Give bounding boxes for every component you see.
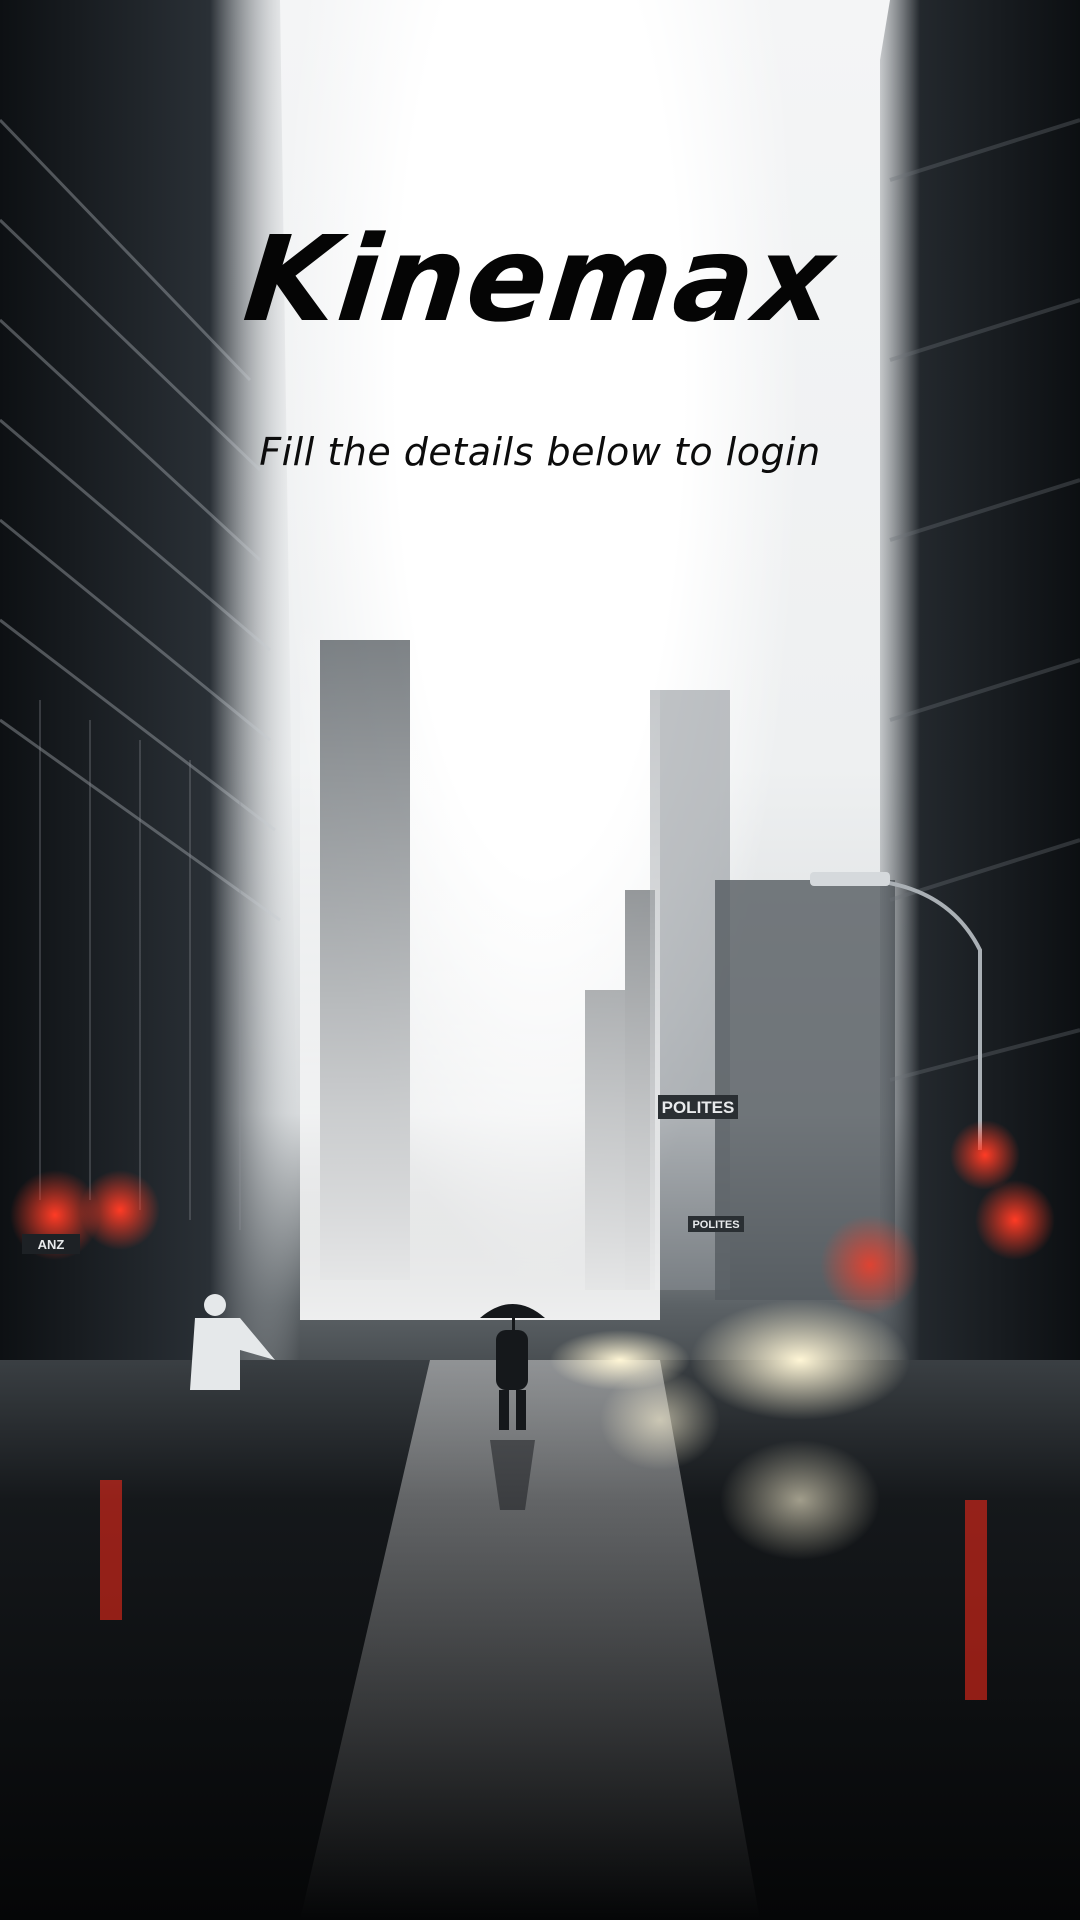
app-title: Kinemax (238, 210, 842, 348)
login-instructions: Fill the details below to login (259, 430, 821, 474)
street-sign-text: POLITES (662, 1098, 735, 1117)
street-sign-text: ANZ (38, 1237, 65, 1252)
login-screen: POLITES POLITES ANZ Kinemax Fill the detai… (0, 0, 1080, 1920)
street-sign-text: POLITES (692, 1219, 739, 1231)
